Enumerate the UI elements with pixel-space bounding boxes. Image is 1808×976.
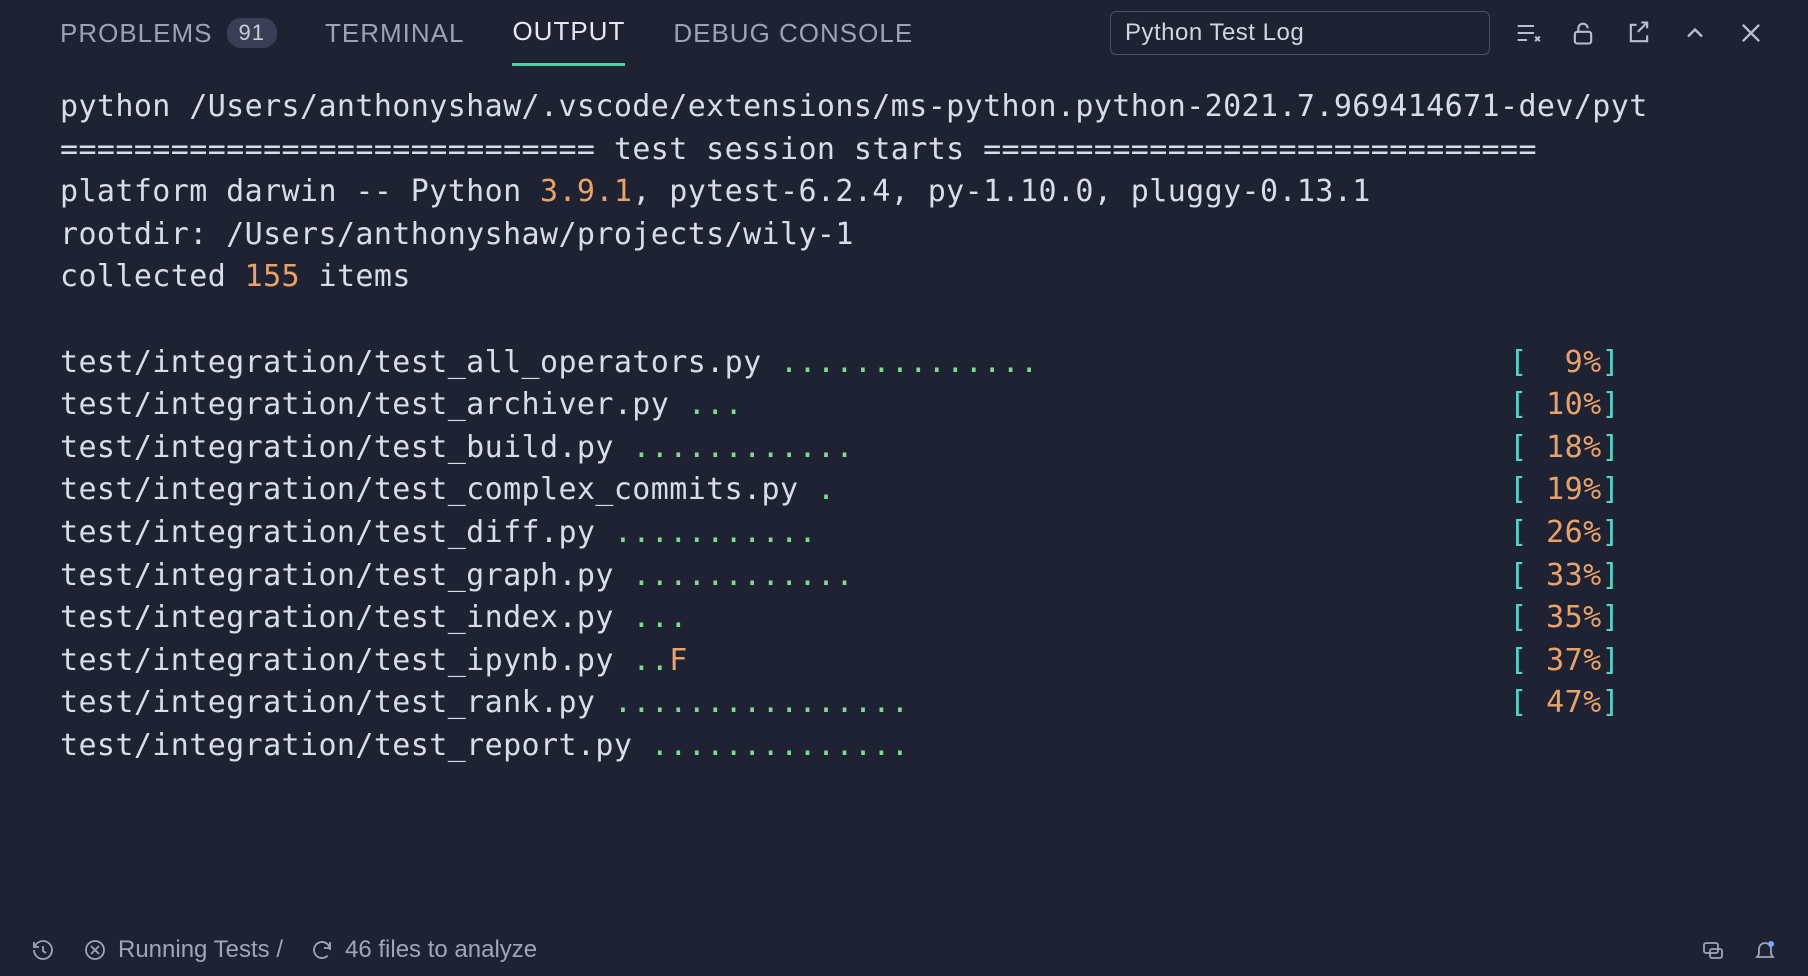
test-file: test/integration/test_rank.py ..........… bbox=[60, 682, 909, 725]
history-icon bbox=[30, 937, 56, 963]
test-percent: [ 37%] bbox=[1509, 640, 1620, 683]
test-results-list: test/integration/test_all_operators.py .… bbox=[60, 342, 1808, 768]
tab-label: DEBUG CONSOLE bbox=[673, 18, 913, 49]
test-percent: [ 35%] bbox=[1509, 597, 1620, 640]
output-channel-dropdown[interactable]: Python Test Log bbox=[1110, 11, 1490, 55]
running-tests-status[interactable]: Running Tests / bbox=[82, 936, 283, 964]
test-row: test/integration/test_rank.py ..........… bbox=[60, 682, 1620, 725]
test-file: test/integration/test_graph.py .........… bbox=[60, 555, 854, 598]
output-rootdir: rootdir: /Users/anthonyshaw/projects/wil… bbox=[60, 217, 854, 252]
test-file: test/integration/test_build.py .........… bbox=[60, 427, 854, 470]
running-tests-label: Running Tests / bbox=[118, 936, 283, 964]
tab-problems[interactable]: PROBLEMS 91 bbox=[60, 0, 277, 66]
test-percent: [ 10%] bbox=[1509, 384, 1620, 427]
tab-label: PROBLEMS bbox=[60, 18, 213, 49]
tab-output[interactable]: OUTPUT bbox=[512, 0, 625, 66]
test-file: test/integration/test_complex_commits.py… bbox=[60, 469, 835, 512]
files-to-analyze-label: 46 files to analyze bbox=[345, 936, 537, 964]
output-cmd-line: python /Users/anthonyshaw/.vscode/extens… bbox=[60, 89, 1648, 124]
test-row: test/integration/test_ipynb.py ..F [ 37%] bbox=[60, 640, 1620, 683]
test-percent: [ 26%] bbox=[1509, 512, 1620, 555]
statusbar: Running Tests / 46 files to analyze bbox=[0, 924, 1808, 976]
test-row: test/integration/test_archiver.py ... [ 1… bbox=[60, 384, 1620, 427]
output-pane[interactable]: python /Users/anthonyshaw/.vscode/extens… bbox=[0, 66, 1808, 924]
output-platform-line: platform darwin -- Python 3.9.1, pytest-… bbox=[60, 174, 1371, 209]
output-collected: collected 155 items bbox=[60, 259, 411, 294]
test-percent: [ 18%] bbox=[1509, 427, 1620, 470]
test-file: test/integration/test_diff.py ..........… bbox=[60, 512, 817, 555]
panel-tabbar: PROBLEMS 91 TERMINAL OUTPUT DEBUG CONSOL… bbox=[0, 0, 1808, 66]
test-percent: [ 9%] bbox=[1509, 342, 1620, 385]
feedback-icon bbox=[1700, 937, 1726, 963]
test-file: test/integration/test_archiver.py ... bbox=[60, 384, 743, 427]
notification-button[interactable] bbox=[1752, 937, 1778, 963]
tab-debug-console[interactable]: DEBUG CONSOLE bbox=[673, 0, 913, 66]
test-row: test/integration/test_all_operators.py .… bbox=[60, 342, 1620, 385]
test-percent: [ 33%] bbox=[1509, 555, 1620, 598]
close-icon[interactable] bbox=[1732, 14, 1770, 52]
test-file: test/integration/test_report.py ........… bbox=[60, 725, 909, 768]
test-row: test/integration/test_build.py .........… bbox=[60, 427, 1620, 470]
dropdown-selected: Python Test Log bbox=[1125, 19, 1304, 47]
test-file: test/integration/test_index.py ... bbox=[60, 597, 688, 640]
feedback-button[interactable] bbox=[1700, 937, 1726, 963]
open-log-icon[interactable] bbox=[1620, 14, 1658, 52]
bell-icon bbox=[1752, 937, 1778, 963]
test-file: test/integration/test_ipynb.py ..F bbox=[60, 640, 688, 683]
test-row: test/integration/test_diff.py ..........… bbox=[60, 512, 1620, 555]
test-file: test/integration/test_all_operators.py .… bbox=[60, 342, 1039, 385]
tab-label: OUTPUT bbox=[512, 16, 625, 47]
output-sep: ============================= test sessi… bbox=[60, 132, 1537, 167]
test-percent: [ 19%] bbox=[1509, 469, 1620, 512]
sync-icon bbox=[309, 937, 335, 963]
history-button[interactable] bbox=[30, 937, 56, 963]
stop-circle-icon bbox=[82, 937, 108, 963]
problems-badge: 91 bbox=[227, 18, 277, 48]
test-row: test/integration/test_graph.py .........… bbox=[60, 555, 1620, 598]
files-to-analyze-status[interactable]: 46 files to analyze bbox=[309, 936, 537, 964]
chevron-up-icon[interactable] bbox=[1676, 14, 1714, 52]
test-row: test/integration/test_report.py ........… bbox=[60, 725, 1620, 768]
tab-label: TERMINAL bbox=[325, 18, 464, 49]
clear-output-icon[interactable] bbox=[1508, 14, 1546, 52]
lock-scroll-icon[interactable] bbox=[1564, 14, 1602, 52]
panel-actions: Python Test Log bbox=[1110, 11, 1770, 55]
tab-terminal[interactable]: TERMINAL bbox=[325, 0, 464, 66]
test-percent: [ 47%] bbox=[1509, 682, 1620, 725]
test-row: test/integration/test_complex_commits.py… bbox=[60, 469, 1620, 512]
test-row: test/integration/test_index.py ... [ 35%] bbox=[60, 597, 1620, 640]
